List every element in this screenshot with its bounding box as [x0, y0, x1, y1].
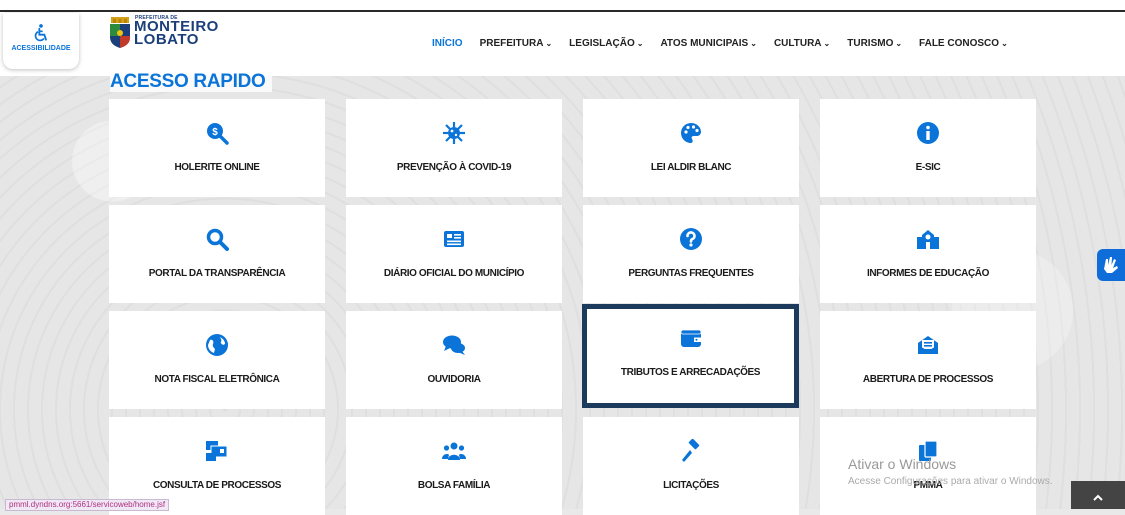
nav-item-label: CULTURA: [773, 38, 822, 49]
nav-item-label: FALE CONOSCO: [919, 38, 1000, 49]
nav-item-label: LEGISLAÇÃO: [569, 38, 635, 49]
scroll-to-top-button[interactable]: [1071, 481, 1125, 509]
wallet-icon: [680, 329, 701, 347]
svg-text:$: $: [212, 127, 218, 138]
quick-access-card-licitacoes[interactable]: LICITAÇÕES: [583, 417, 799, 515]
nav-item-cultura[interactable]: CULTURA ⌄: [774, 38, 830, 52]
chevron-up-icon: [1093, 494, 1103, 501]
chevron-down-icon: ⌄: [823, 39, 831, 48]
vlibras-widget-button[interactable]: [1097, 249, 1125, 281]
card-label: ABERTURA DE PROCESSOS: [862, 374, 994, 385]
accessibility-button[interactable]: ACESSIBILIDADE: [3, 13, 79, 69]
nav-item-label: PREFEITURA: [479, 38, 544, 49]
main-navigation: INÍCIO PREFEITURA ⌄ LEGISLAÇÃO ⌄ ATOS MUNICIP…: [432, 38, 1025, 52]
nav-item-label: INÍCIO: [432, 38, 463, 49]
card-label: LICITAÇÕES: [663, 480, 719, 491]
chevron-down-icon: ⌄: [750, 39, 757, 48]
quick-access-card-abertura-de-processos[interactable]: ABERTURA DE PROCESSOS: [820, 311, 1036, 409]
windows-activation-title: Ativar o Windows: [848, 456, 957, 472]
quick-access-card-e-sic[interactable]: E-SIC: [820, 99, 1036, 197]
nav-item-prefeitura[interactable]: PREFEITURA ⌄: [480, 38, 553, 52]
chevron-down-icon: ⌄: [545, 39, 553, 48]
nav-item-atos-municipais[interactable]: ATOS MUNICIPAIS ⌄: [660, 38, 757, 52]
chevron-down-icon: ⌄: [895, 39, 903, 48]
newspaper-icon: [444, 231, 464, 247]
quick-access-card-diario-oficial-do-municipio[interactable]: DIÁRIO OFICIAL DO MUNICÍPIO: [346, 205, 562, 303]
quick-access-card-holerite-online[interactable]: $ HOLERITE ONLINE: [109, 99, 325, 197]
status-bar-url: pmml.dyndns.org:5661/servicoweb/home.jsf: [5, 499, 170, 511]
card-label: DIÁRIO OFICIAL DO MUNICÍPIO: [383, 268, 525, 279]
nav-item-label: TURISMO: [847, 38, 894, 49]
card-label: BOLSA FAMÍLIA: [417, 480, 491, 491]
accessibility-label: ACESSIBILIDADE: [11, 45, 71, 52]
school-icon: [917, 230, 939, 249]
card-label: HOLERITE ONLINE: [174, 162, 260, 173]
search-dollar-icon: $: [207, 123, 229, 145]
nav-item-turismo[interactable]: TURISMO ⌄: [847, 38, 902, 52]
card-label: PORTAL DA TRANSPARÊNCIA: [148, 268, 286, 279]
chevron-down-icon: ⌄: [636, 39, 644, 48]
info-icon: [917, 122, 939, 144]
quick-access-card-nota-fiscal-eletronica[interactable]: NOTA FISCAL ELETRÔNICA: [109, 311, 325, 409]
card-label: OUVIDORIA: [427, 374, 481, 385]
quick-access-card-lei-aldir-blanc[interactable]: LEI ALDIR BLANC: [583, 99, 799, 197]
users-icon: [442, 442, 466, 460]
chevron-down-icon: ⌄: [1001, 39, 1008, 48]
card-label: LEI ALDIR BLANC: [650, 162, 732, 173]
envelope-open-icon: [918, 336, 938, 354]
sign-language-icon: [1104, 257, 1118, 273]
logo-name: MONTEIRO LOBATO: [134, 19, 219, 47]
quick-access-card-prevencao-a-covid-19[interactable]: PREVENÇÃO À COVID-19: [346, 99, 562, 197]
mail-bulk-icon: [206, 441, 228, 461]
palette-icon: [681, 123, 701, 143]
gavel-icon: [682, 439, 700, 462]
quick-access-card-informes-de-educacao[interactable]: INFORMES DE EDUCAÇÃO: [820, 205, 1036, 303]
windows-activation-subtitle: Acesse Configurações para ativar o Windo…: [848, 476, 1053, 487]
card-label: NOTA FISCAL ELETRÔNICA: [154, 374, 280, 385]
card-label: INFORMES DE EDUCAÇÃO: [866, 268, 989, 279]
wheelchair-icon: [34, 24, 47, 42]
card-label: CONSULTA DE PROCESSOS: [152, 480, 282, 491]
quick-access-card-tributos-e-arrecadacoes[interactable]: TRIBUTOS E ARRECADAÇÕES: [582, 304, 799, 408]
question-icon: [680, 228, 702, 250]
nav-item-legisla-o[interactable]: LEGISLAÇÃO ⌄: [569, 38, 643, 52]
quick-access-card-bolsa-familia[interactable]: BOLSA FAMÍLIA: [346, 417, 562, 515]
quick-access-card-portal-da-transparencia[interactable]: PORTAL DA TRANSPARÊNCIA: [109, 205, 325, 303]
top-bar: [0, 0, 1125, 12]
card-label: TRIBUTOS E ARRECADAÇÕES: [620, 367, 761, 378]
nav-item-label: ATOS MUNICIPAIS: [660, 38, 749, 49]
card-label: E-SIC: [915, 162, 941, 173]
quick-access-card-ouvidoria[interactable]: OUVIDORIA: [346, 311, 562, 409]
globe-icon: [206, 334, 228, 356]
virus-icon: [443, 122, 465, 144]
card-label: PREVENÇÃO À COVID-19: [396, 162, 512, 173]
quick-access-card-perguntas-frequentes[interactable]: PERGUNTAS FREQUENTES: [583, 205, 799, 303]
section-title: ACESSO RAPIDO: [110, 72, 272, 92]
nav-item-in-cio[interactable]: INÍCIO: [432, 38, 463, 52]
nav-item-fale-conosco[interactable]: FALE CONOSCO ⌄: [919, 38, 1008, 52]
search-icon: [206, 228, 229, 251]
city-logo[interactable]: PREFEITURA DE MONTEIRO LOBATO: [108, 15, 238, 59]
card-label: PERGUNTAS FREQUENTES: [628, 268, 754, 279]
comments-icon: [443, 335, 465, 355]
coat-of-arms-icon: [110, 17, 130, 48]
